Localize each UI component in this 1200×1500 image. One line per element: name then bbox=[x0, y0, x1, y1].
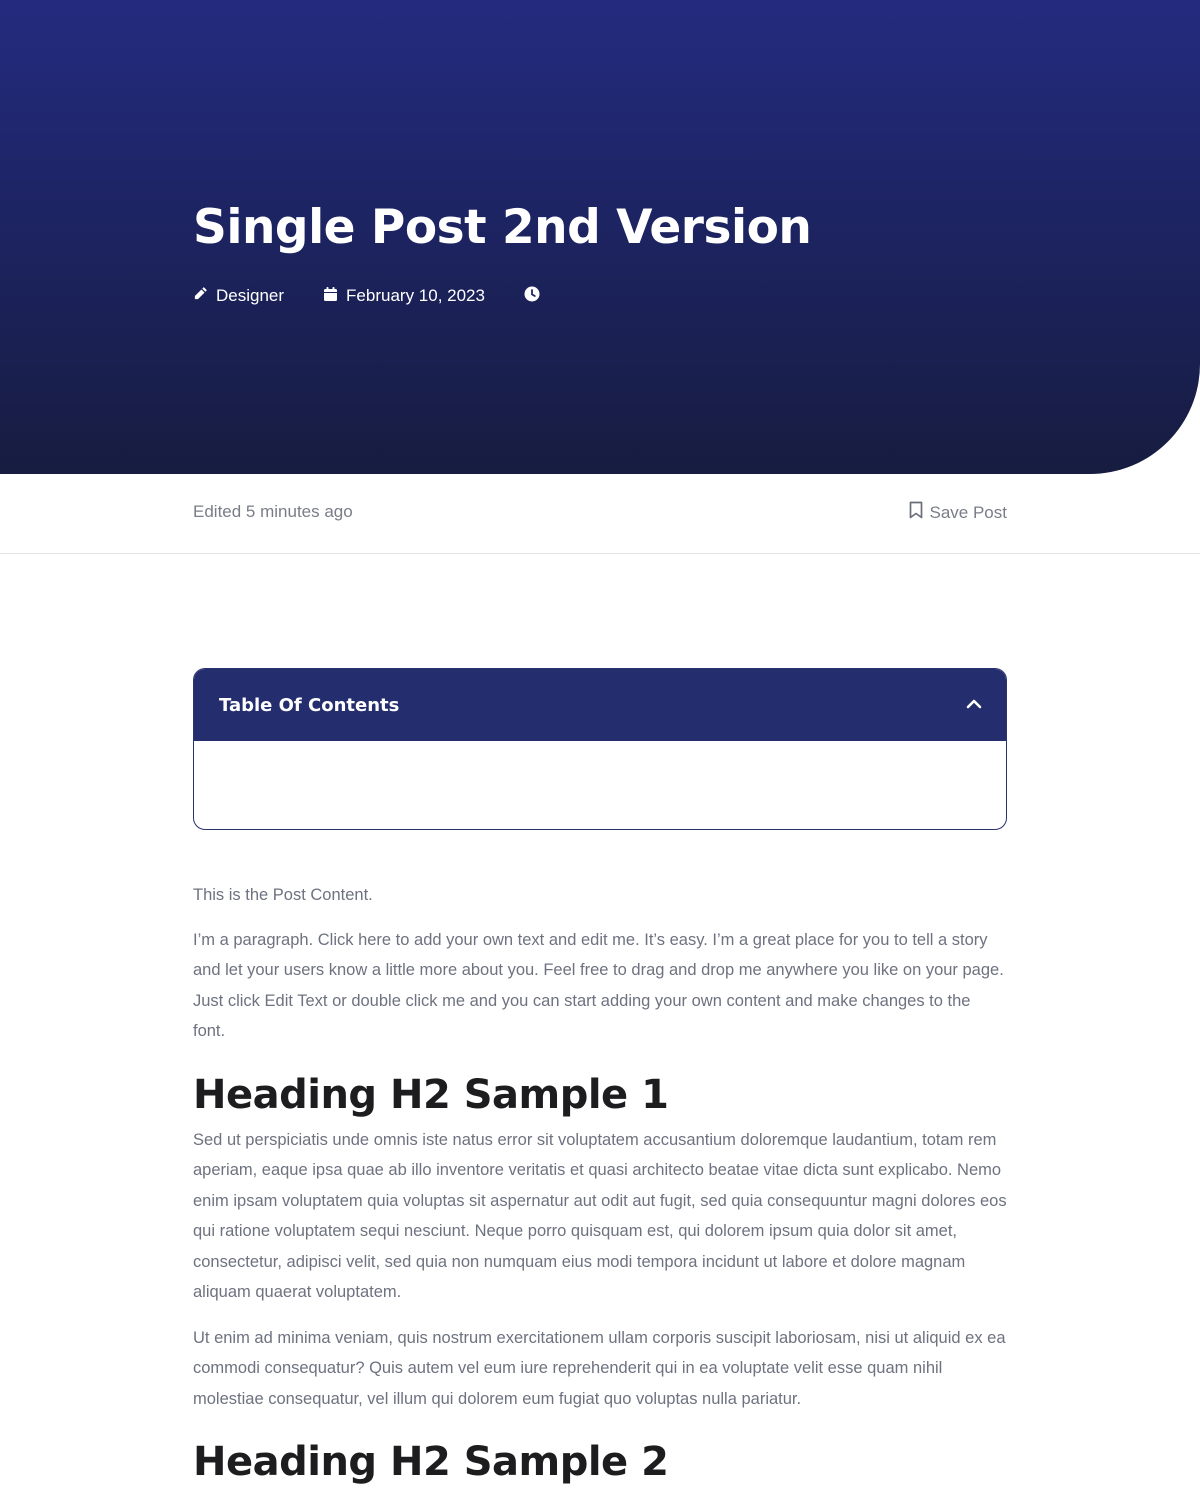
chevron-up-icon[interactable] bbox=[966, 696, 982, 714]
paragraph: Ut enim ad minima veniam, quis nostrum e… bbox=[193, 1328, 1006, 1408]
post-meta: Designer February 10, 2023 bbox=[193, 284, 587, 308]
save-post-label: Save Post bbox=[929, 502, 1008, 522]
post-title: Single Post 2nd Version bbox=[193, 200, 812, 255]
pencil-icon bbox=[193, 286, 216, 306]
meta-author[interactable]: Designer bbox=[193, 286, 284, 306]
paragraph: Sed ut perspiciatis unde omnis iste natu… bbox=[193, 1130, 1007, 1302]
clock-icon bbox=[524, 286, 548, 307]
post-hero: Single Post 2nd Version Designer Februar… bbox=[0, 0, 1200, 474]
save-post-button[interactable]: Save Post bbox=[909, 501, 1008, 524]
heading-h2: Heading H2 Sample 2 bbox=[193, 1439, 669, 1485]
table-of-contents: Table Of Contents bbox=[193, 668, 1007, 830]
calendar-icon bbox=[323, 286, 346, 307]
toc-title: Table Of Contents bbox=[219, 694, 400, 716]
edited-status: Edited 5 minutes ago bbox=[193, 502, 353, 521]
meta-date: February 10, 2023 bbox=[323, 286, 485, 307]
author-name: Designer bbox=[216, 286, 285, 305]
post-subbar: Edited 5 minutes ago Save Post bbox=[0, 474, 1200, 554]
bookmark-icon bbox=[909, 501, 930, 524]
meta-reading-time bbox=[524, 286, 548, 307]
heading-h2: Heading H2 Sample 1 bbox=[193, 1071, 669, 1118]
toc-header[interactable]: Table Of Contents bbox=[194, 669, 1006, 741]
post-intro: This is the Post Content. bbox=[193, 886, 373, 904]
post-content: This is the Post Content. I’m a paragrap… bbox=[193, 880, 1007, 1492]
paragraph: I’m a paragraph. Click here to add your … bbox=[193, 930, 1004, 1041]
post-date: February 10, 2023 bbox=[346, 286, 485, 305]
